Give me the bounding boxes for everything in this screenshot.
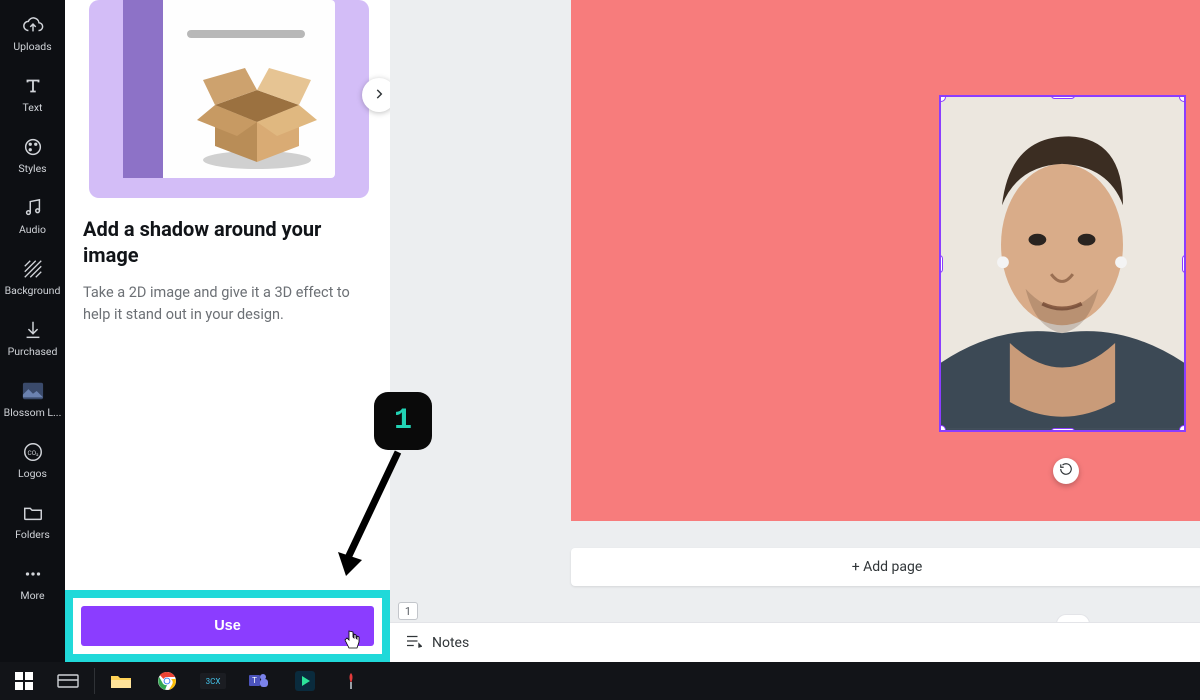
- rotate-tool[interactable]: [1053, 458, 1079, 484]
- page-indicator[interactable]: 1: [398, 602, 418, 620]
- cardboard-box-icon: [185, 50, 331, 170]
- portrait-image: [941, 97, 1184, 429]
- panel-footer-highlight: Use: [65, 590, 390, 662]
- selected-image[interactable]: [939, 95, 1186, 432]
- co2-icon: CO₂: [22, 441, 44, 463]
- resize-handle-mt[interactable]: [1051, 95, 1075, 99]
- task-view-icon: [57, 672, 79, 690]
- resize-handle-tr[interactable]: [1179, 95, 1186, 102]
- effect-panel: Add a shadow around your image Take a 2D…: [65, 0, 390, 662]
- left-nav: Uploads Text Styles Audio Background: [0, 0, 65, 662]
- nav-label: Purchased: [8, 345, 58, 358]
- add-page-label: + Add page: [852, 559, 923, 575]
- nav-purchased[interactable]: Purchased: [0, 309, 65, 370]
- 3cx-icon: 3CX: [200, 673, 226, 689]
- hatch-icon: [22, 258, 44, 280]
- nav-more[interactable]: More: [0, 553, 65, 614]
- folder-icon: [110, 672, 132, 690]
- panel-description: Take a 2D image and give it a 3D effect …: [83, 282, 372, 327]
- resize-handle-mb[interactable]: [1051, 428, 1075, 432]
- app-root: Uploads Text Styles Audio Background: [0, 0, 1200, 662]
- notes-icon: [404, 632, 422, 654]
- annotation-badge: 1: [374, 392, 432, 450]
- folder-icon: [22, 502, 44, 524]
- rotate-icon: [1059, 462, 1073, 480]
- music-note-icon: [22, 197, 44, 219]
- task-view-button[interactable]: [46, 664, 90, 698]
- windows-icon: [15, 672, 33, 690]
- notes-bar[interactable]: Notes: [390, 622, 1200, 662]
- canvas-area[interactable]: 1: [390, 0, 1200, 662]
- preview-wrap: [65, 0, 390, 198]
- chevron-right-icon: [372, 86, 386, 105]
- palette-icon: [22, 136, 44, 158]
- nav-label: More: [20, 589, 44, 602]
- teams-button[interactable]: T: [237, 664, 281, 698]
- nav-audio[interactable]: Audio: [0, 187, 65, 248]
- windows-taskbar: 3CX T: [0, 662, 1200, 700]
- nav-blossom[interactable]: Blossom L...: [0, 370, 65, 431]
- text-icon: [22, 75, 44, 97]
- nav-label: Text: [23, 101, 43, 114]
- nav-text[interactable]: Text: [0, 65, 65, 126]
- nav-label: Styles: [18, 162, 46, 175]
- app-green-button[interactable]: [283, 664, 327, 698]
- resize-handle-ml[interactable]: [939, 255, 943, 273]
- teams-icon: T: [249, 671, 269, 691]
- image-thumb-icon: [22, 380, 44, 402]
- use-button[interactable]: Use: [81, 606, 374, 646]
- pin-app-icon: [341, 671, 361, 691]
- svg-text:3CX: 3CX: [206, 677, 221, 686]
- cloud-upload-icon: [22, 14, 44, 36]
- app-red-button[interactable]: [329, 664, 373, 698]
- 3cx-button[interactable]: 3CX: [191, 664, 235, 698]
- nav-styles[interactable]: Styles: [0, 126, 65, 187]
- resize-handle-br[interactable]: [1179, 425, 1186, 432]
- nav-label: Uploads: [13, 40, 51, 53]
- resize-handle-bl[interactable]: [939, 425, 946, 432]
- notes-label: Notes: [432, 635, 469, 651]
- panel-title: Add a shadow around your image: [83, 216, 372, 268]
- nav-label: Background: [5, 284, 61, 297]
- svg-text:CO₂: CO₂: [27, 449, 39, 457]
- play-app-icon: [295, 671, 315, 691]
- nav-background[interactable]: Background: [0, 248, 65, 309]
- nav-label: Logos: [18, 467, 47, 480]
- nav-logos[interactable]: CO₂ Logos: [0, 431, 65, 492]
- effect-preview[interactable]: [89, 0, 369, 198]
- panel-body: Add a shadow around your image Take a 2D…: [65, 198, 390, 590]
- resize-handle-mr[interactable]: [1182, 255, 1186, 273]
- ellipsis-icon: [22, 563, 44, 585]
- nav-label: Audio: [19, 223, 46, 236]
- add-page-button[interactable]: + Add page: [571, 548, 1200, 586]
- download-icon: [22, 319, 44, 341]
- nav-label: Blossom L...: [4, 406, 62, 419]
- svg-text:T: T: [252, 676, 257, 685]
- nav-folders[interactable]: Folders: [0, 492, 65, 553]
- file-explorer-button[interactable]: [99, 664, 143, 698]
- chrome-button[interactable]: [145, 664, 189, 698]
- nav-uploads[interactable]: Uploads: [0, 4, 65, 65]
- nav-label: Folders: [15, 528, 50, 541]
- chrome-icon: [157, 671, 177, 691]
- start-button[interactable]: [4, 664, 44, 698]
